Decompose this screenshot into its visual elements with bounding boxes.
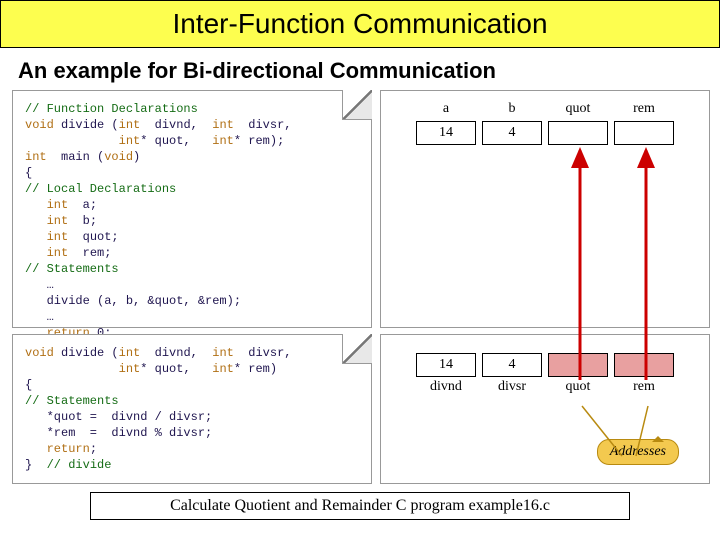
diagram-top: a14 b4 quot rem <box>380 90 710 328</box>
caller-variables: a14 b4 quot rem <box>416 101 674 145</box>
code-box-divide: void divide (int divnd, int divsr, int* … <box>12 334 372 484</box>
code-main: // Function Declarations void divide (in… <box>13 91 371 367</box>
diagram-bottom: 14divnd 4divsr quot rem Addresses <box>380 334 710 484</box>
footer-caption: Calculate Quotient and Remainder C progr… <box>90 492 630 520</box>
addresses-label: Addresses <box>597 439 679 465</box>
dogear-icon <box>342 334 372 364</box>
code-divide: void divide (int divnd, int divsr, int* … <box>13 335 371 483</box>
code-box-main: // Function Declarations void divide (in… <box>12 90 372 328</box>
slide-subtitle: An example for Bi-directional Communicat… <box>0 48 720 90</box>
dogear-icon <box>342 90 372 120</box>
callee-parameters: 14divnd 4divsr quot rem <box>416 353 674 397</box>
content-grid: // Function Declarations void divide (in… <box>0 90 720 484</box>
slide-title: Inter-Function Communication <box>0 0 720 48</box>
